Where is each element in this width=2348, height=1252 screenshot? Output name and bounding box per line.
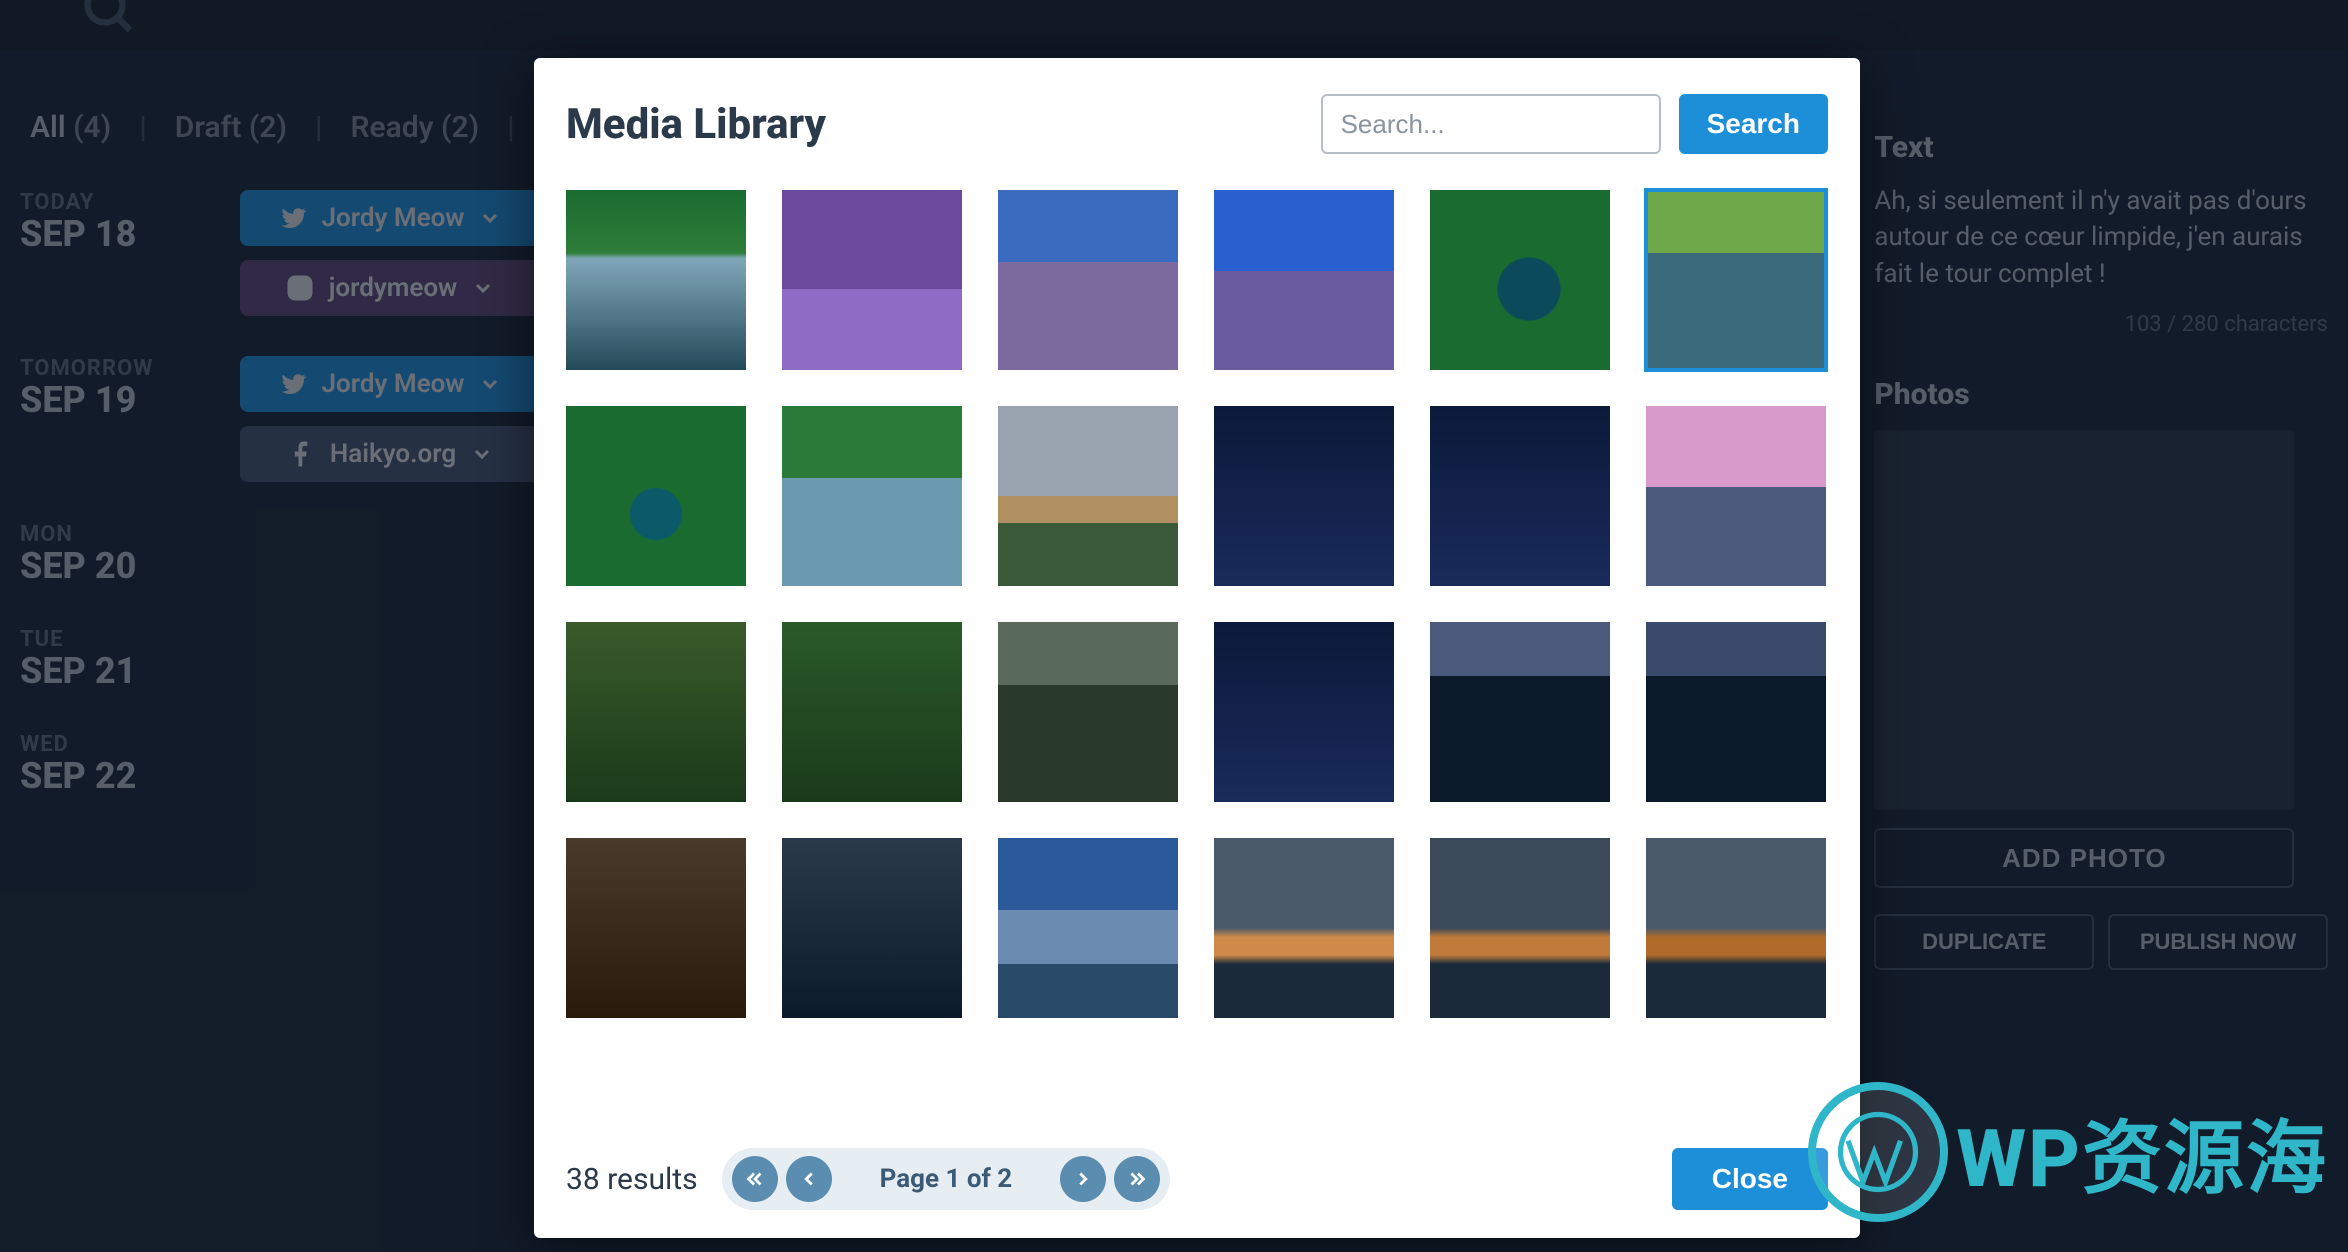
media-thumbnail[interactable] [998,838,1178,1018]
media-thumbnail[interactable] [1430,190,1610,370]
chevron-double-left-icon [744,1168,766,1190]
watermark: WP资源海 [1808,1082,2328,1222]
modal-title: Media Library [566,100,826,149]
search-input[interactable] [1321,94,1661,154]
media-thumbnail[interactable] [566,622,746,802]
media-thumbnail[interactable] [998,190,1178,370]
media-thumbnail[interactable] [998,622,1178,802]
media-thumbnail[interactable] [566,406,746,586]
pager: Page 1 of 2 [722,1148,1171,1210]
pager-next-button[interactable] [1060,1156,1106,1202]
wordpress-logo-icon [1808,1082,1948,1222]
media-thumbnail[interactable] [566,190,746,370]
media-thumbnail[interactable] [1430,622,1610,802]
media-thumbnail[interactable] [566,838,746,1018]
pager-prev-button[interactable] [786,1156,832,1202]
thumbnail-grid [566,180,1828,1018]
media-thumbnail[interactable] [782,406,962,586]
media-thumbnail[interactable] [782,190,962,370]
media-thumbnail[interactable] [1646,838,1826,1018]
media-thumbnail[interactable] [1430,406,1610,586]
chevron-left-icon [798,1168,820,1190]
pager-first-button[interactable] [732,1156,778,1202]
media-thumbnail[interactable] [1214,190,1394,370]
pager-last-button[interactable] [1114,1156,1160,1202]
chevron-right-icon [1072,1168,1094,1190]
media-thumbnail[interactable] [782,838,962,1018]
media-library-modal: Media Library Search 38 results Page 1 o… [534,58,1860,1238]
watermark-text: WP资源海 [1956,1094,2328,1210]
results-count: 38 results [566,1162,698,1197]
chevron-double-right-icon [1126,1168,1148,1190]
media-thumbnail[interactable] [1214,838,1394,1018]
pager-label: Page 1 of 2 [840,1164,1053,1194]
media-thumbnail[interactable] [998,406,1178,586]
media-thumbnail[interactable] [1646,622,1826,802]
media-thumbnail[interactable] [1214,622,1394,802]
media-thumbnail[interactable] [1214,406,1394,586]
media-thumbnail[interactable] [1646,406,1826,586]
media-thumbnail[interactable] [782,622,962,802]
close-button[interactable]: Close [1672,1148,1828,1210]
media-thumbnail[interactable] [1646,190,1826,370]
media-thumbnail[interactable] [1430,838,1610,1018]
search-button[interactable]: Search [1679,94,1828,154]
